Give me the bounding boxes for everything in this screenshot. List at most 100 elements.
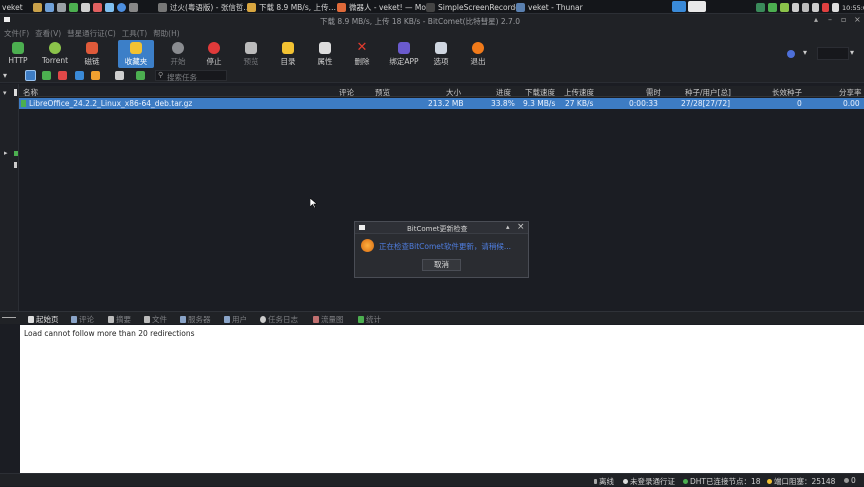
col-long-seeds[interactable]: 长效种子 (772, 87, 802, 98)
maximize-icon[interactable]: ▫ (841, 15, 846, 24)
dropdown-arrow-icon[interactable]: ▾ (850, 48, 854, 57)
preview-button[interactable]: 预览 (233, 40, 269, 68)
desktop-pager-1[interactable] (672, 1, 686, 12)
chevron-down-icon[interactable]: ▾ (803, 48, 807, 57)
tab-summary[interactable]: 摘要 (108, 314, 131, 325)
browser-icon[interactable] (105, 3, 114, 12)
tab-statistics[interactable]: 统计 (358, 314, 381, 325)
directory-button[interactable]: 目录 (270, 40, 306, 68)
torrent-button[interactable]: Torrent (37, 40, 73, 68)
col-size[interactable]: 大小 (446, 87, 461, 98)
tab-files[interactable]: 文件 (144, 314, 167, 325)
delete-filter-icon[interactable] (115, 71, 124, 80)
search-box[interactable]: ⚲ 搜索任务 (155, 70, 227, 82)
port-status[interactable]: 端口阻塞：25148 (767, 476, 835, 487)
settings-icon[interactable] (57, 3, 66, 12)
task-bitcomet[interactable]: 下载 8.9 MB/s, 上传… (247, 0, 336, 14)
options-button[interactable]: 选项 (423, 40, 459, 68)
menu-help[interactable]: 帮助(H) (153, 28, 180, 39)
wifi-icon[interactable] (768, 3, 777, 12)
col-peers[interactable]: 种子/用户[总] (685, 87, 731, 98)
check-icon[interactable] (117, 3, 126, 12)
sidebar-item-marker[interactable] (14, 151, 18, 156)
window-menu-icon[interactable] (4, 17, 10, 22)
exit-button[interactable]: 退出 (460, 40, 496, 68)
sidebar-collapse-icon[interactable]: ▾ (3, 89, 7, 97)
downloading-filter-icon[interactable] (42, 71, 51, 80)
account-dropdown[interactable] (817, 47, 849, 60)
stop-button[interactable]: 停止 (196, 40, 232, 68)
folder-icon[interactable] (33, 3, 42, 12)
menu-tools[interactable]: 工具(T) (122, 28, 147, 39)
tab-users[interactable]: 用户 (224, 314, 247, 325)
connections-status[interactable]: 0 (844, 476, 856, 485)
media-icon[interactable] (93, 3, 102, 12)
collapse-icon[interactable]: ▾ (3, 71, 7, 80)
finished-filter-icon[interactable] (58, 71, 67, 80)
import-filter-icon[interactable] (136, 71, 145, 80)
mic-icon[interactable] (822, 3, 829, 12)
bind-app-button[interactable]: 绑定APP (386, 40, 422, 68)
terminal-icon[interactable] (81, 3, 90, 12)
printer-icon[interactable] (812, 3, 819, 12)
network-icon[interactable] (69, 3, 78, 12)
tab-start-page[interactable]: 起始页 (28, 314, 59, 325)
log-panel[interactable]: Load cannot follow more than 20 redirect… (20, 325, 864, 473)
task-thunar[interactable]: veket - Thunar (516, 0, 583, 14)
task-list-empty-area[interactable] (19, 109, 864, 309)
table-row[interactable]: LibreOffice_24.2.2_Linux_x86-64_deb.tar.… (19, 98, 864, 109)
col-upload-speed[interactable]: 上传速度 (564, 87, 594, 98)
dialog-shade-icon[interactable]: ▴ (506, 223, 510, 231)
clock[interactable]: 10:55:0 (842, 4, 864, 12)
cancel-button[interactable]: 取消 (422, 259, 461, 271)
delete-button[interactable]: ✕ 删除 (344, 40, 380, 68)
account-icon[interactable] (787, 50, 795, 58)
properties-button[interactable]: 属性 (307, 40, 343, 68)
col-name[interactable]: 名称 (23, 87, 38, 98)
menu-file[interactable]: 文件(F) (4, 28, 29, 39)
battery-icon[interactable] (780, 3, 789, 12)
desktop-pager-2[interactable] (688, 1, 706, 12)
clipboard-icon[interactable] (802, 3, 809, 12)
magnet-button[interactable]: 磁链 (74, 40, 110, 68)
uploading-filter-icon[interactable] (75, 71, 84, 80)
sidebar-item-marker[interactable] (14, 162, 17, 168)
tab-task-log[interactable]: 任务日志 (260, 314, 298, 325)
dialog-menu-icon[interactable] (359, 225, 365, 230)
all-tasks-filter-icon[interactable] (25, 70, 36, 81)
dialog-close-icon[interactable]: × (517, 222, 525, 232)
task-browser[interactable]: 微器人 - veket! — Mo… (337, 0, 434, 14)
col-progress[interactable]: 进度 (496, 87, 511, 98)
col-ratio[interactable]: 分享率 (839, 87, 862, 98)
tab-servers[interactable]: 服务器 (180, 314, 211, 325)
col-download-speed[interactable]: 下载速度 (525, 87, 555, 98)
search-icon[interactable] (129, 3, 138, 12)
window-icon[interactable] (792, 3, 799, 12)
sidebar-expand-icon[interactable]: ▸ (4, 149, 8, 157)
window-shade-icon[interactable]: ▴ (814, 15, 818, 24)
menu-pass[interactable]: 彗星通行证(C) (67, 28, 116, 39)
tab-comments[interactable]: 评论 (71, 314, 94, 325)
http-button[interactable]: HTTP (0, 40, 36, 68)
favorites-button[interactable]: 收藏夹 (118, 40, 154, 68)
volume-icon[interactable] (832, 3, 839, 12)
offline-status[interactable]: 离线 (594, 476, 614, 487)
sort-filter-icon[interactable] (91, 71, 100, 80)
close-icon[interactable]: × (854, 15, 861, 24)
task-recorder[interactable]: SimpleScreenRecorder (426, 0, 523, 14)
start-button[interactable]: 开始 (160, 40, 196, 68)
minimize-icon[interactable]: – (828, 15, 832, 24)
col-preview[interactable]: 预览 (375, 87, 390, 98)
col-eta[interactable]: 需时 (646, 87, 661, 98)
task-music[interactable]: 过火(粤语版) - 张信哲… (158, 0, 251, 14)
dht-status[interactable]: DHT已连接节点：18 (683, 476, 761, 487)
app-menu-button[interactable]: veket (2, 0, 23, 14)
tab-traffic-graph[interactable]: 流量图 (313, 314, 344, 325)
sidebar-item-marker[interactable] (14, 89, 17, 96)
col-comment[interactable]: 评论 (339, 87, 354, 98)
menu-view[interactable]: 查看(V) (35, 28, 61, 39)
splitter-handle[interactable] (2, 317, 16, 318)
input-method-icon[interactable] (756, 3, 765, 12)
pass-status[interactable]: 未登录通行证 (623, 476, 675, 487)
edit-icon[interactable] (45, 3, 54, 12)
